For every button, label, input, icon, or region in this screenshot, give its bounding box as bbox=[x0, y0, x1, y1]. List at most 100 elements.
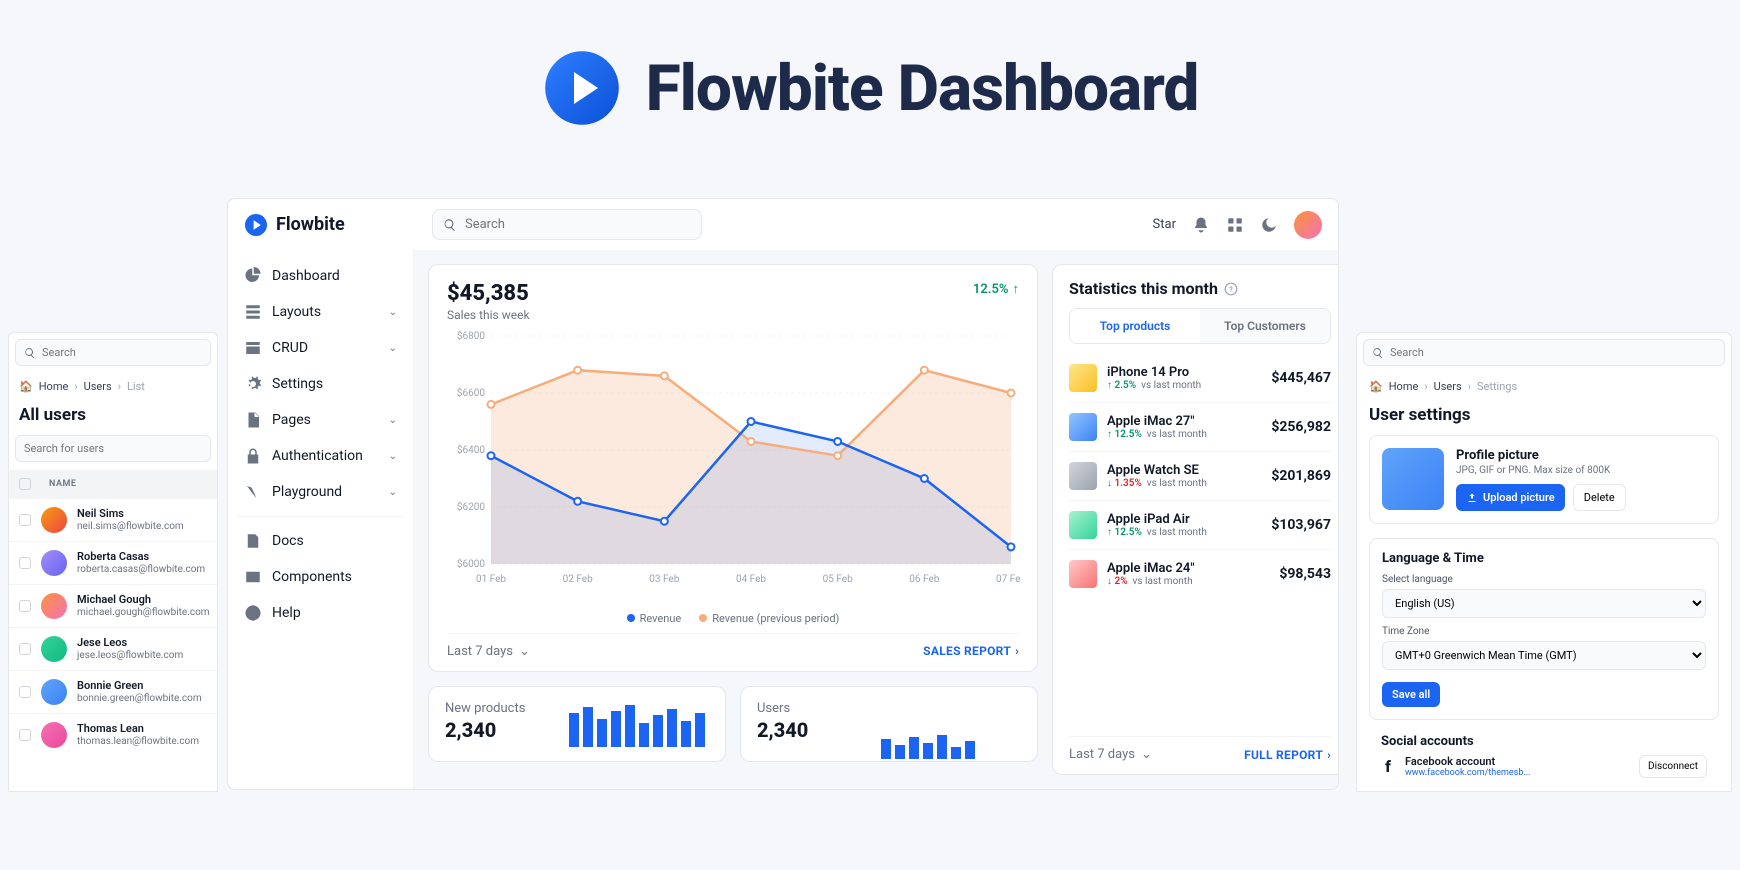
crumb-users[interactable]: Users bbox=[84, 380, 112, 393]
sidebar-item-components[interactable]: Components bbox=[234, 559, 407, 595]
avatar bbox=[41, 679, 67, 705]
sidebar-item-help[interactable]: Help bbox=[234, 595, 407, 631]
product-meta: ↓ 1.35% vs last month bbox=[1107, 478, 1207, 489]
sidebar-item-settings[interactable]: Settings bbox=[234, 366, 407, 402]
profile-picture-card: Profile picture JPG, GIF or PNG. Max siz… bbox=[1369, 435, 1719, 524]
nav-icon bbox=[244, 267, 262, 285]
disconnect-button[interactable]: Disconnect bbox=[1639, 755, 1707, 778]
bell-icon[interactable] bbox=[1192, 216, 1210, 234]
settings-search-input[interactable] bbox=[1390, 346, 1716, 359]
product-name: Apple iMac 27" bbox=[1107, 414, 1207, 430]
product-row[interactable]: Apple iMac 24" ↓ 2% vs last month $98,54… bbox=[1069, 549, 1331, 598]
brand[interactable]: Flowbite bbox=[244, 213, 414, 237]
table-row[interactable]: Bonnie Green bonnie.green@flowbite.com bbox=[9, 670, 217, 713]
facebook-link[interactable]: www.facebook.com/themesb... bbox=[1405, 768, 1531, 778]
table-row[interactable]: Michael Gough michael.gough@flowbite.com bbox=[9, 584, 217, 627]
product-row[interactable]: iPhone 14 Pro ↑ 2.5% vs last month $445,… bbox=[1069, 354, 1331, 402]
info-icon[interactable]: ? bbox=[1224, 282, 1238, 296]
delete-button[interactable]: Delete bbox=[1573, 484, 1626, 511]
tab-top-customers[interactable]: Top Customers bbox=[1200, 309, 1330, 343]
sales-report-link[interactable]: SALES REPORT › bbox=[923, 644, 1019, 658]
table-row[interactable]: Thomas Lean thomas.lean@flowbite.com bbox=[9, 713, 217, 756]
product-row[interactable]: Apple Watch SE ↓ 1.35% vs last month $20… bbox=[1069, 451, 1331, 500]
row-checkbox[interactable] bbox=[19, 600, 31, 612]
chevron-right-icon: › bbox=[118, 380, 121, 393]
row-checkbox[interactable] bbox=[19, 686, 31, 698]
sidebar-item-label: Help bbox=[272, 605, 301, 621]
table-row[interactable]: Neil Sims neil.sims@flowbite.com bbox=[9, 498, 217, 541]
profile-picture-sub: JPG, GIF or PNG. Max size of 800K bbox=[1456, 465, 1706, 476]
product-row[interactable]: Apple iPad Air ↑ 12.5% vs last month $10… bbox=[1069, 500, 1331, 549]
product-price: $98,543 bbox=[1279, 566, 1331, 582]
sales-chart: $6000$6200$6400$6600$680001 Feb02 Feb03 … bbox=[447, 328, 1019, 606]
home-icon: 🏠 bbox=[19, 380, 33, 393]
crumb-home[interactable]: Home bbox=[39, 380, 69, 393]
main-search-input[interactable] bbox=[465, 217, 691, 232]
product-name: Apple Watch SE bbox=[1107, 463, 1207, 479]
product-thumb bbox=[1069, 364, 1097, 392]
sidebar-item-authentication[interactable]: Authentication ⌄ bbox=[234, 438, 407, 474]
tab-top-products[interactable]: Top products bbox=[1070, 309, 1200, 343]
chevron-down-icon: ⌄ bbox=[389, 343, 397, 354]
product-row[interactable]: Apple iMac 27" ↑ 12.5% vs last month $25… bbox=[1069, 402, 1331, 451]
language-select[interactable]: English (US) bbox=[1382, 589, 1706, 618]
search-icon bbox=[24, 347, 36, 359]
users-search-input[interactable] bbox=[42, 346, 202, 359]
sidebar-item-docs[interactable]: Docs bbox=[234, 523, 407, 559]
apps-icon[interactable] bbox=[1226, 216, 1244, 234]
users-filter-input[interactable] bbox=[24, 442, 202, 455]
users-filter[interactable] bbox=[15, 435, 211, 462]
svg-text:$6200: $6200 bbox=[457, 500, 485, 513]
crumb-users[interactable]: Users bbox=[1434, 380, 1462, 393]
breadcrumb: 🏠 Home › Users › List bbox=[9, 372, 217, 401]
row-checkbox[interactable] bbox=[19, 643, 31, 655]
users-card: Users 2,340 bbox=[740, 686, 1038, 762]
user-avatar[interactable] bbox=[1294, 211, 1322, 239]
row-checkbox[interactable] bbox=[19, 514, 31, 526]
row-checkbox[interactable] bbox=[19, 557, 31, 569]
user-email: neil.sims@flowbite.com bbox=[77, 521, 184, 533]
row-checkbox[interactable] bbox=[19, 729, 31, 741]
svg-text:06 Feb: 06 Feb bbox=[909, 574, 939, 585]
sidebar-item-pages[interactable]: Pages ⌄ bbox=[234, 402, 407, 438]
sales-range-select[interactable]: Last 7 days ⌄ bbox=[447, 644, 530, 659]
stats-range-select[interactable]: Last 7 days ⌄ bbox=[1069, 747, 1152, 762]
content: $45,385 Sales this week 12.5%↑ $6000$620… bbox=[414, 250, 1338, 789]
bar-sparkline bbox=[569, 703, 709, 747]
moon-icon[interactable] bbox=[1260, 216, 1278, 234]
sidebar-item-layouts[interactable]: Layouts ⌄ bbox=[234, 294, 407, 330]
crumb-list: List bbox=[127, 380, 145, 393]
svg-text:04 Feb: 04 Feb bbox=[736, 574, 766, 585]
hero: Flowbite Dashboard bbox=[0, 48, 1740, 128]
settings-panel: 🏠 Home › Users › Settings User settings … bbox=[1356, 332, 1732, 792]
select-all-checkbox[interactable] bbox=[19, 478, 31, 490]
sidebar-item-playground[interactable]: Playground ⌄ bbox=[234, 474, 407, 510]
settings-search[interactable] bbox=[1363, 339, 1725, 366]
table-row[interactable]: Jese Leos jese.leos@flowbite.com bbox=[9, 627, 217, 670]
svg-text:$6000: $6000 bbox=[457, 557, 485, 570]
sidebar-item-crud[interactable]: CRUD ⌄ bbox=[234, 330, 407, 366]
crumb-home[interactable]: Home bbox=[1389, 380, 1419, 393]
avatar bbox=[41, 593, 67, 619]
svg-text:?: ? bbox=[1229, 285, 1233, 293]
sidebar-item-label: Layouts bbox=[272, 304, 321, 320]
timezone-select[interactable]: GMT+0 Greenwich Mean Time (GMT) bbox=[1382, 641, 1706, 670]
full-report-link[interactable]: FULL REPORT › bbox=[1244, 748, 1331, 762]
star-button[interactable]: Star bbox=[1153, 217, 1176, 232]
users-search[interactable] bbox=[15, 339, 211, 366]
stats-tabs: Top products Top Customers bbox=[1069, 308, 1331, 344]
main-search[interactable] bbox=[432, 209, 702, 240]
table-row[interactable]: Roberta Casas roberta.casas@flowbite.com bbox=[9, 541, 217, 584]
sidebar-item-dashboard[interactable]: Dashboard bbox=[234, 258, 407, 294]
chevron-down-icon: ⌄ bbox=[389, 307, 397, 318]
svg-text:$6400: $6400 bbox=[457, 443, 485, 456]
social-section-title: Social accounts bbox=[1381, 734, 1707, 749]
save-all-button[interactable]: Save all bbox=[1382, 682, 1440, 707]
sales-card: $45,385 Sales this week 12.5%↑ $6000$620… bbox=[428, 264, 1038, 672]
user-email: michael.gough@flowbite.com bbox=[77, 607, 210, 619]
lang-label: Select language bbox=[1382, 574, 1706, 585]
new-products-card: New products 2,340 bbox=[428, 686, 726, 762]
profile-picture-title: Profile picture bbox=[1456, 448, 1706, 463]
nav-icon bbox=[244, 483, 262, 501]
upload-picture-button[interactable]: Upload picture bbox=[1456, 484, 1565, 511]
